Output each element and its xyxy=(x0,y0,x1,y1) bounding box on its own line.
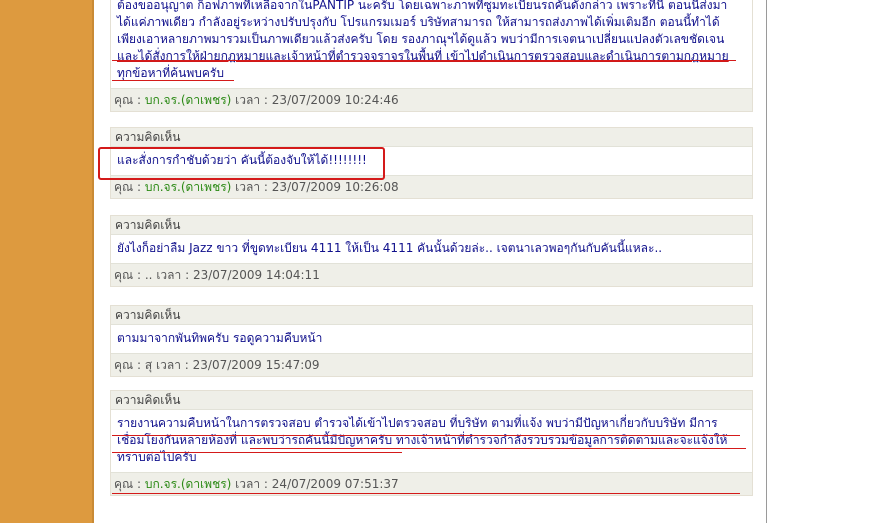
comment-body: ยังไงก็อย่าลืม Jazz ขาว ที่ขูดทะเบียน 41… xyxy=(111,235,752,263)
highlight-underline xyxy=(112,493,740,494)
comment-4: ความคิดเห็น ตามมาจากพันทิพครับ รอดูความค… xyxy=(110,305,753,377)
author-label: คุณ : xyxy=(114,477,142,491)
post-time: 24/07/2009 07:51:37 xyxy=(271,477,399,491)
comments-panel: ต้องขออนุญาต ก็อฟภาพที่เหลือจากในPANTIP … xyxy=(94,0,767,523)
author-name: บก.จร.(ดาเพชร) xyxy=(144,180,232,194)
highlight-underline xyxy=(112,452,402,453)
comment-header: ความคิดเห็น xyxy=(111,306,752,325)
highlight-box xyxy=(98,147,385,180)
author-name: สุ xyxy=(144,358,153,372)
time-label: เวลา : xyxy=(235,477,268,491)
post-time: 23/07/2009 15:47:09 xyxy=(192,358,320,372)
highlight-underline xyxy=(112,60,736,61)
comment-body: รายงานความคืบหน้าในการตรวจสอบ ตำรวจได้เข… xyxy=(111,410,752,472)
post-time: 23/07/2009 10:24:46 xyxy=(271,93,399,107)
comment-line: ได้แค่ภาพเดียว กำลังอยู่ระหว่างปรับปรุงก… xyxy=(117,15,720,29)
highlight-underline xyxy=(112,80,234,81)
comment-header: ความคิดเห็น xyxy=(111,391,752,410)
left-sidebar xyxy=(0,0,92,523)
comment-line: รายงานความคืบหน้าในการตรวจสอบ ตำรวจได้เข… xyxy=(117,416,718,430)
author-name: บก.จร.(ดาเพชร) xyxy=(144,93,232,107)
comment-line: เพียงเอาหลายภาพมารวมเป็นภาพเดียวแล้วส่งค… xyxy=(117,32,725,46)
comment-line: และได้สั่งการให้ฝ่ายกฎหมายและเจ้าหน้าที่… xyxy=(117,49,729,63)
time-label: เวลา : xyxy=(156,358,189,372)
comment-footer: คุณ : บก.จร.(ดาเพชร) เวลา : 23/07/2009 1… xyxy=(111,88,752,111)
author-label: คุณ : xyxy=(114,93,142,107)
comment-body: ต้องขออนุญาต ก็อฟภาพที่เหลือจากในPANTIP … xyxy=(111,0,752,88)
author-name: บก.จร.(ดาเพชร) xyxy=(144,477,232,491)
comment-5: ความคิดเห็น รายงานความคืบหน้าในการตรวจสอ… xyxy=(110,390,753,496)
comment-3: ความคิดเห็น ยังไงก็อย่าลืม Jazz ขาว ที่ข… xyxy=(110,215,753,287)
author-name: .. xyxy=(144,268,153,282)
comment-line: ต้องขออนุญาต ก็อฟภาพที่เหลือจากในPANTIP … xyxy=(117,0,728,12)
post-time: 23/07/2009 14:04:11 xyxy=(192,268,320,282)
comment-footer: คุณ : บก.จร.(ดาเพชร) เวลา : 24/07/2009 0… xyxy=(111,472,752,495)
highlight-underline xyxy=(112,435,740,436)
comment-1: ต้องขออนุญาต ก็อฟภาพที่เหลือจากในPANTIP … xyxy=(110,0,753,112)
time-label: เวลา : xyxy=(235,180,268,194)
comment-footer: คุณ : .. เวลา : 23/07/2009 14:04:11 xyxy=(111,263,752,286)
time-label: เวลา : xyxy=(156,268,190,282)
author-label: คุณ : xyxy=(114,180,142,194)
comment-line: ตามมาจากพันทิพครับ รอดูความคืบหน้า xyxy=(117,331,323,345)
author-label: คุณ : xyxy=(114,268,142,282)
time-label: เวลา : xyxy=(235,93,268,107)
comment-header: ความคิดเห็น xyxy=(111,216,752,235)
post-time: 23/07/2009 10:26:08 xyxy=(271,180,399,194)
author-label: คุณ : xyxy=(114,358,142,372)
comment-line: ยังไงก็อย่าลืม Jazz ขาว ที่ขูดทะเบียน 41… xyxy=(117,241,663,255)
highlight-underline xyxy=(250,448,746,449)
comment-body: ตามมาจากพันทิพครับ รอดูความคืบหน้า xyxy=(111,325,752,353)
comment-header: ความคิดเห็น xyxy=(111,128,752,147)
comment-footer: คุณ : สุ เวลา : 23/07/2009 15:47:09 xyxy=(111,353,752,376)
